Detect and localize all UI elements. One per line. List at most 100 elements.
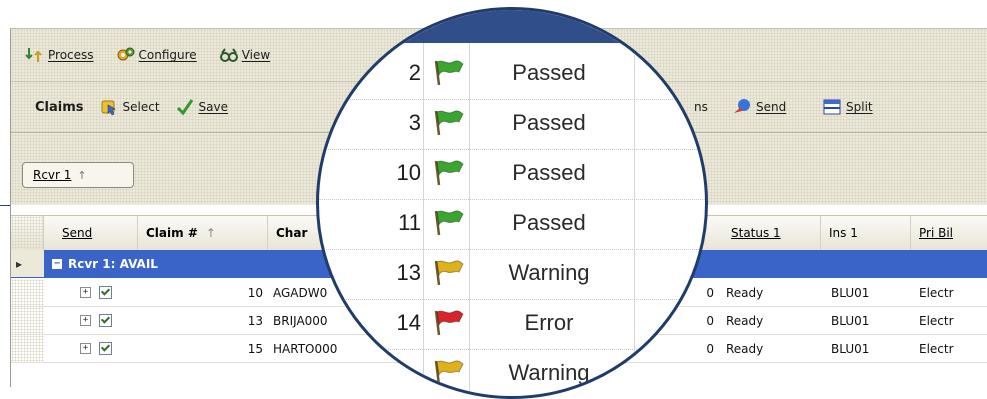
row-selector	[11, 335, 44, 362]
lens-row-separator	[319, 249, 705, 250]
lens-row-status: Warning	[508, 360, 590, 385]
magnifier-lens: 2 Passed 3 Passed 10 Passed 11 Passed 13 Warning 1…	[316, 7, 708, 399]
split-button[interactable]: Split	[823, 98, 873, 116]
green-flag-icon	[433, 208, 467, 238]
claim-cell: 13	[247, 313, 263, 328]
send-cell: +	[75, 307, 135, 334]
header-send[interactable]: Send	[44, 216, 138, 250]
lens-row-separator	[319, 349, 705, 350]
header-selector-cell	[11, 216, 44, 250]
process-menu[interactable]: Process	[25, 46, 94, 64]
process-icon	[25, 46, 43, 64]
yellow-flag-icon	[433, 258, 467, 288]
yellow-flag-icon	[433, 358, 467, 388]
lens-row-status: Warning	[508, 260, 590, 285]
lens-row-number: 13	[396, 260, 421, 285]
expand-icon[interactable]: +	[80, 315, 91, 326]
status-cell: Ready	[726, 341, 764, 356]
lens-row: 14 Error	[319, 300, 705, 348]
sort-asc-icon: ↑	[205, 226, 216, 240]
group-chip-rcvr[interactable]: Rcvr 1 ↑	[22, 162, 134, 188]
ins-cell: BLU01	[831, 285, 870, 300]
header-claim-label: Claim #	[146, 226, 198, 240]
header-send-label: Send	[62, 226, 93, 240]
process-label: Process	[48, 48, 94, 62]
lens-row-number: 11	[398, 210, 421, 235]
lens-row-status: Passed	[512, 110, 586, 135]
claim-cell: 10	[247, 285, 263, 300]
send-checkbox[interactable]	[99, 286, 112, 299]
save-button[interactable]: Save	[176, 98, 228, 116]
split-label: Split	[846, 100, 873, 114]
green-flag-icon	[433, 58, 467, 88]
ins-cell: BLU01	[831, 313, 870, 328]
lens-row-status: Passed	[512, 210, 586, 235]
pribill-cell: Electr	[919, 313, 954, 328]
configure-menu[interactable]: Configure	[116, 46, 197, 64]
lens-row-number: 14	[396, 310, 421, 335]
group-chip-label: Rcvr 1	[33, 168, 72, 182]
header-pribill[interactable]: Pri Bil	[911, 216, 987, 250]
header-claim[interactable]: Claim # ↑	[138, 216, 268, 250]
lens-row: 2 Passed	[319, 50, 705, 98]
lens-row-separator	[319, 149, 705, 150]
split-icon	[823, 98, 841, 116]
send-label: Send	[756, 100, 787, 114]
configure-icon	[116, 46, 135, 64]
lens-row: 13 Warning	[319, 250, 705, 298]
claim-cell: 15	[247, 341, 263, 356]
view-label: View	[241, 48, 271, 62]
group-row-content: − Rcvr 1: AVAIL	[47, 250, 163, 277]
select-icon	[100, 98, 118, 116]
toolbar-title: Claims	[35, 99, 84, 115]
row-selector	[11, 279, 44, 306]
view-icon	[219, 46, 238, 64]
send-checkbox[interactable]	[99, 314, 112, 327]
lens-row-status: Error	[524, 310, 574, 335]
lens-content: 2 Passed 3 Passed 10 Passed 11 Passed 13 Warning 1…	[319, 10, 705, 396]
row-selector	[11, 307, 44, 334]
status-cell: Ready	[726, 285, 764, 300]
lens-row-number: 3	[408, 110, 421, 135]
pribill-cell: Electr	[919, 341, 954, 356]
send-cell: +	[75, 335, 135, 362]
lens-row-separator	[319, 199, 705, 200]
red-flag-icon	[433, 308, 467, 338]
row-selector: ▸	[11, 250, 44, 277]
view-menu[interactable]: View	[219, 46, 270, 64]
expand-icon[interactable]: +	[80, 287, 91, 298]
lens-row-separator	[319, 299, 705, 300]
lens-row-number: 10	[396, 160, 421, 185]
header-status-label: Status 1	[731, 226, 781, 240]
save-label: Save	[198, 100, 229, 114]
select-label: Select	[122, 100, 160, 114]
header-ins[interactable]: Ins 1	[821, 216, 911, 250]
expand-icon[interactable]: +	[80, 343, 91, 354]
header-ins-label: Ins 1	[829, 226, 858, 240]
lens-row-status: Passed	[512, 60, 586, 85]
green-flag-icon	[433, 158, 467, 188]
status-cell: Ready	[726, 313, 764, 328]
configure-label: Configure	[138, 48, 197, 62]
lens-row: 11 Passed	[319, 200, 705, 248]
lens-row: 3 Passed	[319, 100, 705, 148]
lens-top-band	[319, 10, 705, 43]
send-checkbox[interactable]	[99, 342, 112, 355]
send-button[interactable]: Send	[733, 98, 786, 116]
header-status[interactable]: Status 1	[723, 216, 821, 250]
pribill-cell: Electr	[919, 285, 954, 300]
ins-cell: BLU01	[831, 341, 870, 356]
select-button[interactable]: Select	[100, 98, 160, 116]
lens-row-separator	[319, 99, 705, 100]
green-flag-icon	[433, 108, 467, 138]
collapse-icon[interactable]: −	[52, 258, 62, 269]
lens-row-status: Passed	[512, 160, 586, 185]
group-row-label: Rcvr 1: AVAIL	[68, 256, 158, 271]
send-icon	[733, 98, 751, 116]
send-cell: +	[75, 279, 135, 306]
header-charge-label: Char	[276, 226, 308, 240]
lens-row: 10 Passed	[319, 150, 705, 198]
sort-asc-icon: ↑	[77, 168, 87, 182]
header-pribill-label: Pri Bil	[919, 226, 954, 240]
save-check-icon	[176, 98, 194, 116]
